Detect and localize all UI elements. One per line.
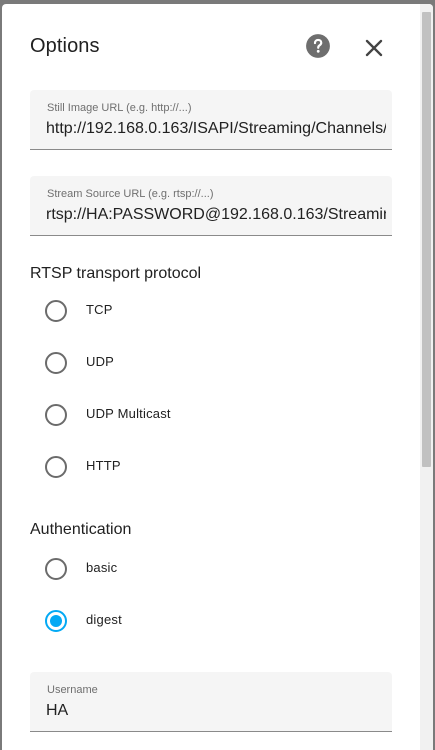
rtsp-section-title: RTSP transport protocol — [30, 265, 202, 282]
radio-rtsp-http[interactable]: HTTP — [30, 442, 392, 490]
username-input[interactable] — [46, 700, 386, 722]
still-image-url-input[interactable] — [46, 118, 386, 140]
radio-rtsp-tcp[interactable]: TCP — [30, 286, 392, 334]
radio-button[interactable] — [45, 352, 67, 374]
authentication-section-title: Authentication — [30, 521, 132, 538]
radio-rtsp-udp[interactable]: UDP — [30, 338, 392, 386]
radio-button-checked[interactable] — [45, 610, 67, 632]
radio-button[interactable] — [45, 456, 67, 478]
stream-source-url-label: Stream Source URL (e.g. rtsp://...) — [47, 188, 214, 200]
options-dialog: Options Still Image URL (e.g. http://...… — [2, 4, 433, 750]
radio-label: HTTP — [86, 458, 121, 473]
still-image-url-label: Still Image URL (e.g. http://...) — [47, 102, 192, 114]
stream-source-url-input[interactable] — [46, 204, 386, 226]
close-button[interactable] — [360, 34, 388, 62]
radio-button[interactable] — [45, 300, 67, 322]
close-icon — [365, 39, 383, 57]
radio-rtsp-udp-multicast[interactable]: UDP Multicast — [30, 390, 392, 438]
scrollbar[interactable] — [420, 4, 433, 750]
radio-auth-digest[interactable]: digest — [30, 596, 392, 644]
radio-label: TCP — [86, 302, 113, 317]
scrollbar-thumb[interactable] — [422, 12, 431, 467]
username-field[interactable]: Username — [30, 672, 392, 732]
username-label: Username — [47, 684, 98, 696]
radio-label: basic — [86, 560, 118, 575]
dialog-title: Options — [30, 35, 100, 57]
radio-auth-basic[interactable]: basic — [30, 544, 392, 592]
radio-label: digest — [86, 612, 122, 627]
still-image-url-field[interactable]: Still Image URL (e.g. http://...) — [30, 90, 392, 150]
radio-button[interactable] — [45, 404, 67, 426]
dialog-content: Still Image URL (e.g. http://...) Stream… — [2, 84, 420, 750]
stream-source-url-field[interactable]: Stream Source URL (e.g. rtsp://...) — [30, 176, 392, 236]
help-button[interactable] — [305, 33, 331, 59]
help-circle-icon — [306, 34, 330, 58]
radio-label: UDP — [86, 354, 115, 369]
radio-button[interactable] — [45, 558, 67, 580]
dialog-header: Options — [2, 4, 433, 84]
radio-label: UDP Multicast — [86, 406, 171, 421]
